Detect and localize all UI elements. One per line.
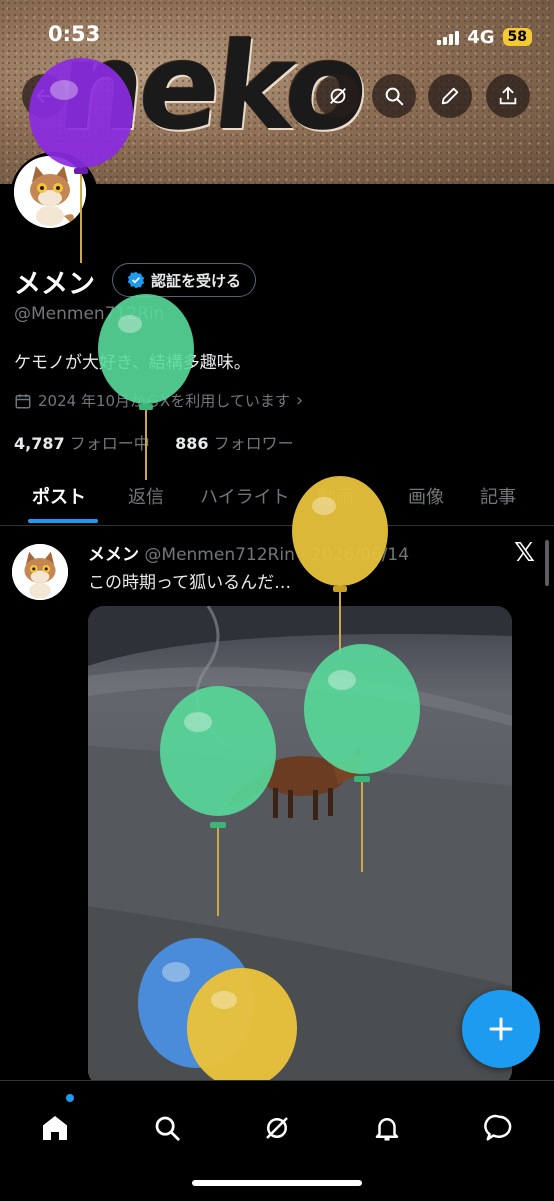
- verified-badge-icon: [127, 271, 145, 289]
- status-time: 0:53: [48, 22, 101, 46]
- tab-posts[interactable]: ポスト: [32, 483, 86, 509]
- bell-icon: [375, 1118, 399, 1141]
- post-separator: ·: [300, 545, 306, 565]
- followers-count: 886: [175, 434, 209, 453]
- profile-handle: @Menmen712Rin: [14, 304, 165, 324]
- tab-videos[interactable]: 動画: [318, 483, 354, 509]
- home-indicator: [192, 1180, 362, 1186]
- network-label: 4G: [467, 26, 495, 48]
- grok-icon: [330, 88, 346, 104]
- status-indicators: 4G 58: [437, 22, 532, 52]
- post-author-handle[interactable]: @Menmen712Rin: [144, 545, 294, 565]
- tab-media[interactable]: 画像: [408, 483, 444, 509]
- following-link[interactable]: 4,787 フォロー中: [14, 434, 150, 453]
- grok-button[interactable]: [316, 74, 360, 118]
- message-bubble-icon: [484, 1114, 512, 1141]
- avatar-image: [14, 156, 86, 228]
- share-icon: [499, 86, 517, 105]
- grok-icon: [266, 1117, 288, 1139]
- joined-date-text: 2024 年10月からXを利用しています: [38, 392, 290, 410]
- post-media-image[interactable]: [88, 606, 512, 1086]
- get-verified-button[interactable]: 認証を受ける: [112, 263, 257, 297]
- search-button[interactable]: [372, 74, 416, 118]
- signal-icon: [437, 29, 460, 45]
- home-notification-dot: [66, 1094, 74, 1102]
- share-button[interactable]: [486, 74, 530, 118]
- search-icon: [155, 1116, 180, 1141]
- active-tab-indicator: [28, 519, 98, 523]
- tab-highlights[interactable]: ハイライト: [200, 483, 290, 509]
- tab-replies[interactable]: 返信: [128, 483, 164, 509]
- profile-display-name: メメン: [14, 269, 95, 300]
- post-author-name[interactable]: メメン: [88, 545, 139, 565]
- back-arrow-icon: [36, 88, 52, 104]
- nav-grok-button[interactable]: [252, 1103, 302, 1153]
- profile-bio: ケモノが大好き、結構多趣味。: [14, 353, 251, 373]
- chevron-right-icon: ›: [295, 390, 304, 411]
- search-icon: [385, 87, 404, 106]
- post-text: この時期って狐いるんだ…: [88, 573, 292, 593]
- edit-button[interactable]: [428, 74, 472, 118]
- profile-tabs: ポスト 返信 ハイライト 動画 画像 記事: [0, 470, 554, 526]
- home-icon: [43, 1116, 67, 1140]
- followers-link[interactable]: 886 フォロワー: [175, 434, 294, 453]
- followers-label: フォロワー: [213, 434, 294, 453]
- nav-messages-button[interactable]: [474, 1103, 524, 1153]
- nav-search-button[interactable]: [142, 1103, 192, 1153]
- battery-badge: 58: [502, 28, 532, 46]
- tab-articles[interactable]: 記事: [480, 483, 516, 509]
- edit-icon: [441, 87, 459, 105]
- scrollbar[interactable]: [545, 540, 549, 586]
- nav-home-button[interactable]: [30, 1103, 80, 1153]
- back-button[interactable]: [22, 74, 66, 118]
- post-header: メメン @Menmen712Rin · 2026/06/14: [88, 540, 409, 565]
- joined-date[interactable]: 2024 年10月からXを利用しています ›: [14, 390, 303, 411]
- following-label: フォロー中: [69, 434, 150, 453]
- x-logo-icon: 𝕏: [514, 538, 535, 568]
- compose-post-button[interactable]: [462, 990, 540, 1068]
- post-author-avatar[interactable]: [12, 544, 68, 600]
- post-date[interactable]: 2026/06/14: [311, 545, 409, 565]
- following-count: 4,787: [14, 434, 65, 453]
- follow-stats: 4,787 フォロー中 886 フォロワー: [14, 430, 294, 454]
- nav-notifications-button[interactable]: [362, 1103, 412, 1153]
- plus-icon: [489, 1017, 513, 1041]
- get-verified-label: 認証を受ける: [151, 271, 242, 290]
- calendar-icon: [15, 393, 31, 408]
- profile-avatar[interactable]: [10, 152, 98, 240]
